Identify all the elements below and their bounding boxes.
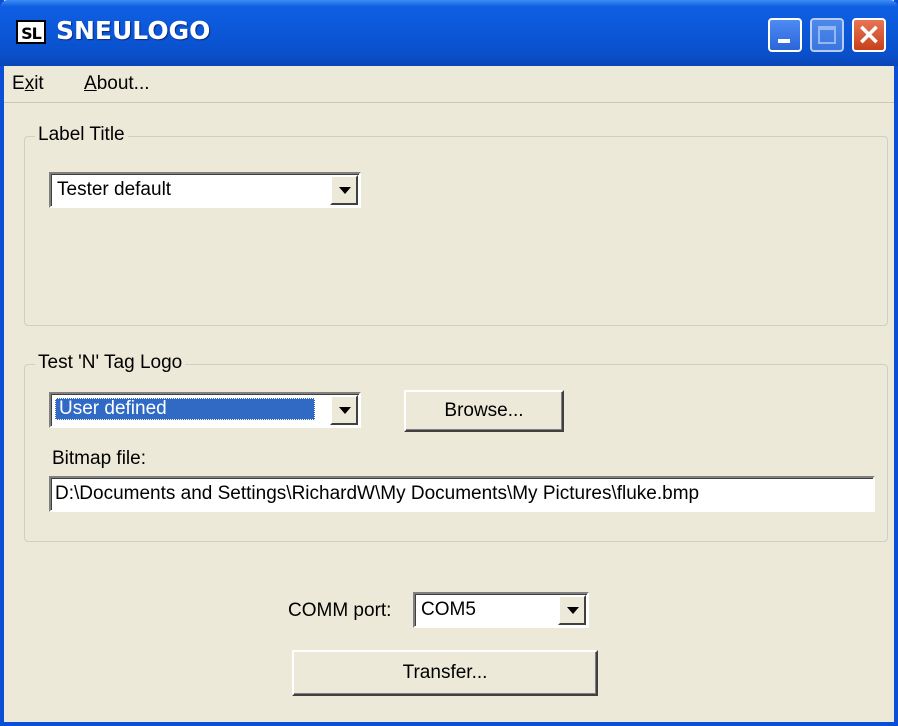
- menu-about-mnemonic: A: [84, 73, 97, 94]
- minimize-button[interactable]: [768, 18, 802, 52]
- browse-button[interactable]: Browse...: [404, 390, 564, 432]
- minimize-icon: [778, 39, 790, 43]
- chevron-down-icon: [339, 407, 351, 414]
- menu-exit-text-2: it: [34, 73, 44, 94]
- label-title-group: Label Title: [24, 124, 888, 326]
- bitmap-file-input[interactable]: D:\Documents and Settings\RichardW\My Do…: [49, 476, 875, 512]
- menu-about-text: bout...: [96, 73, 150, 94]
- chevron-down-icon: [567, 607, 579, 614]
- label-title-value: Tester default: [57, 179, 172, 200]
- label-title-group-label: Label Title: [35, 124, 128, 146]
- logo-value: User defined: [55, 398, 315, 420]
- comm-port-dropdown[interactable]: COM5: [413, 592, 589, 628]
- close-icon: ×: [856, 17, 882, 52]
- menu-exit-mnemonic: x: [24, 73, 35, 94]
- app-icon[interactable]: SL: [16, 20, 46, 44]
- bitmap-file-label: Bitmap file:: [52, 448, 146, 469]
- chevron-down-icon: [339, 187, 351, 194]
- menu-about[interactable]: About...: [84, 73, 150, 95]
- menu-exit-text-1: E: [12, 73, 25, 94]
- maximize-button[interactable]: [810, 18, 844, 52]
- title-bar[interactable]: SL SNEULOGO ×: [0, 0, 898, 66]
- menu-bar: Exit About...: [4, 66, 894, 103]
- close-button[interactable]: ×: [852, 18, 886, 52]
- label-title-dropdown-button[interactable]: [330, 175, 358, 205]
- transfer-button[interactable]: Transfer...: [292, 650, 598, 696]
- comm-port-value: COM5: [421, 599, 476, 620]
- window-title: SNEULOGO: [56, 16, 211, 45]
- logo-group-label: Test 'N' Tag Logo: [35, 352, 186, 374]
- app-window: SL SNEULOGO × Exit About... Label Title …: [0, 0, 898, 726]
- maximize-icon: [818, 26, 836, 44]
- logo-dropdown-button[interactable]: [330, 395, 358, 425]
- logo-dropdown[interactable]: User defined: [49, 392, 361, 428]
- comm-port-dropdown-button[interactable]: [558, 595, 586, 625]
- comm-port-label: COMM port:: [288, 600, 392, 621]
- menu-exit[interactable]: Exit: [12, 73, 44, 95]
- label-title-dropdown[interactable]: Tester default: [49, 172, 361, 208]
